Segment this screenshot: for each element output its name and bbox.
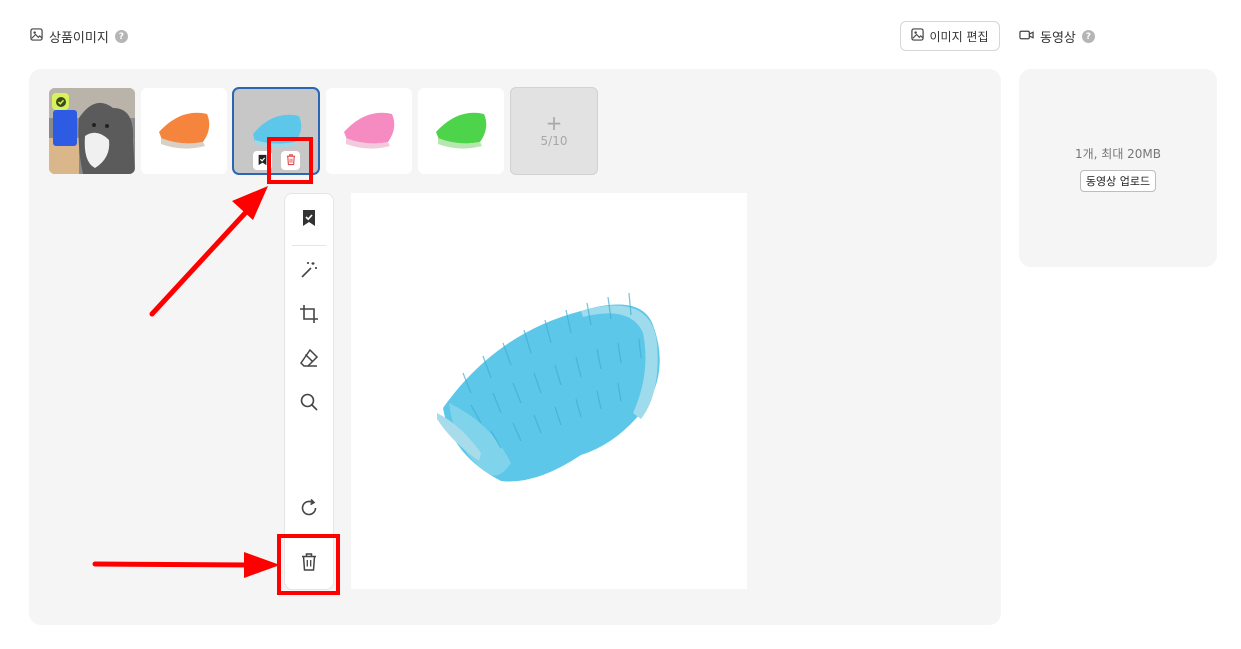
crop-tool[interactable] xyxy=(285,300,333,332)
thumbnail-green-brush[interactable] xyxy=(418,88,504,174)
image-preview xyxy=(351,193,747,589)
product-images-header: 상품이미지 ? xyxy=(30,27,128,46)
plus-icon: + xyxy=(545,111,563,135)
video-camera-icon xyxy=(1019,29,1034,45)
magic-wand-icon xyxy=(299,260,319,284)
video-header: 동영상 ? xyxy=(1019,27,1095,46)
help-icon[interactable]: ? xyxy=(114,30,128,43)
set-representative-tool[interactable] xyxy=(285,204,333,236)
annotation-highlight-box xyxy=(267,137,313,184)
magnifier-icon xyxy=(299,392,319,416)
auto-enhance-tool[interactable] xyxy=(285,256,333,288)
add-image-button[interactable]: + 5/10 xyxy=(510,87,598,175)
help-icon[interactable]: ? xyxy=(1081,30,1095,43)
edit-images-button[interactable]: 이미지 편집 xyxy=(900,21,1000,51)
edit-images-label: 이미지 편집 xyxy=(929,29,989,44)
video-upload-button[interactable]: 동영상 업로드 xyxy=(1079,169,1157,192)
image-icon xyxy=(30,28,43,45)
representative-badge xyxy=(52,93,69,110)
video-upload-panel: 1개, 최대 20MB 동영상 업로드 xyxy=(1019,69,1217,267)
image-toolbar xyxy=(284,193,334,590)
rotate-tool[interactable] xyxy=(285,494,333,526)
thumbnail-orange-brush[interactable] xyxy=(141,88,227,174)
rotate-icon xyxy=(299,498,319,522)
thumbnail-pink-brush[interactable] xyxy=(326,88,412,174)
annotation-highlight-box xyxy=(277,534,340,595)
zoom-tool[interactable] xyxy=(285,388,333,420)
video-limit-info: 1개, 최대 20MB xyxy=(1074,146,1162,161)
eraser-icon xyxy=(299,348,319,372)
image-icon xyxy=(911,28,925,44)
image-count: 5/10 xyxy=(540,134,568,148)
toolbar-divider xyxy=(292,245,326,246)
video-title: 동영상 xyxy=(1040,31,1076,46)
bookmark-check-icon xyxy=(301,209,317,231)
crop-icon xyxy=(299,304,319,328)
product-images-title: 상품이미지 xyxy=(49,31,109,46)
eraser-tool[interactable] xyxy=(285,344,333,376)
